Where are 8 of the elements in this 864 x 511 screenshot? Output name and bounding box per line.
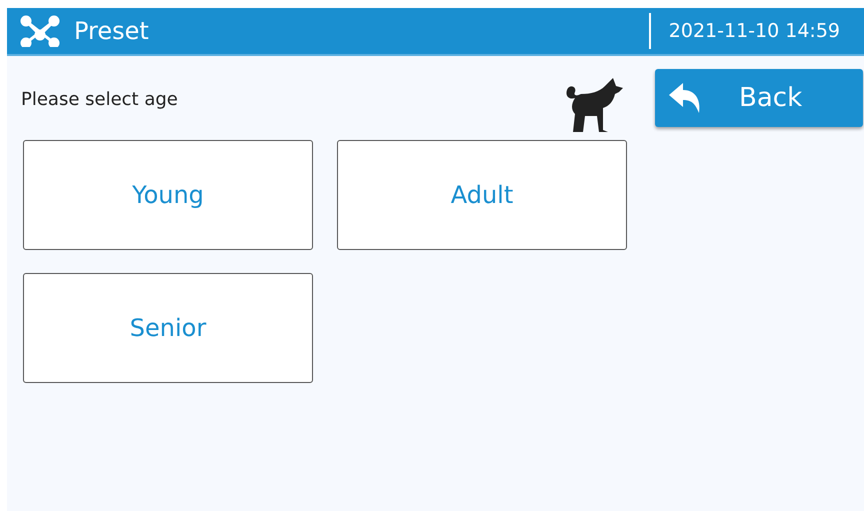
back-button[interactable]: Back [655,69,863,127]
logo-icon [20,15,60,47]
age-option-button[interactable]: Senior [23,273,313,383]
datetime: 2021-11-10 14:59 [668,20,840,42]
prompt-text: Please select age [21,88,178,110]
age-option-button[interactable]: Young [23,140,313,250]
age-option-button[interactable]: Adult [337,140,627,250]
screen-title: Preset [74,17,150,45]
